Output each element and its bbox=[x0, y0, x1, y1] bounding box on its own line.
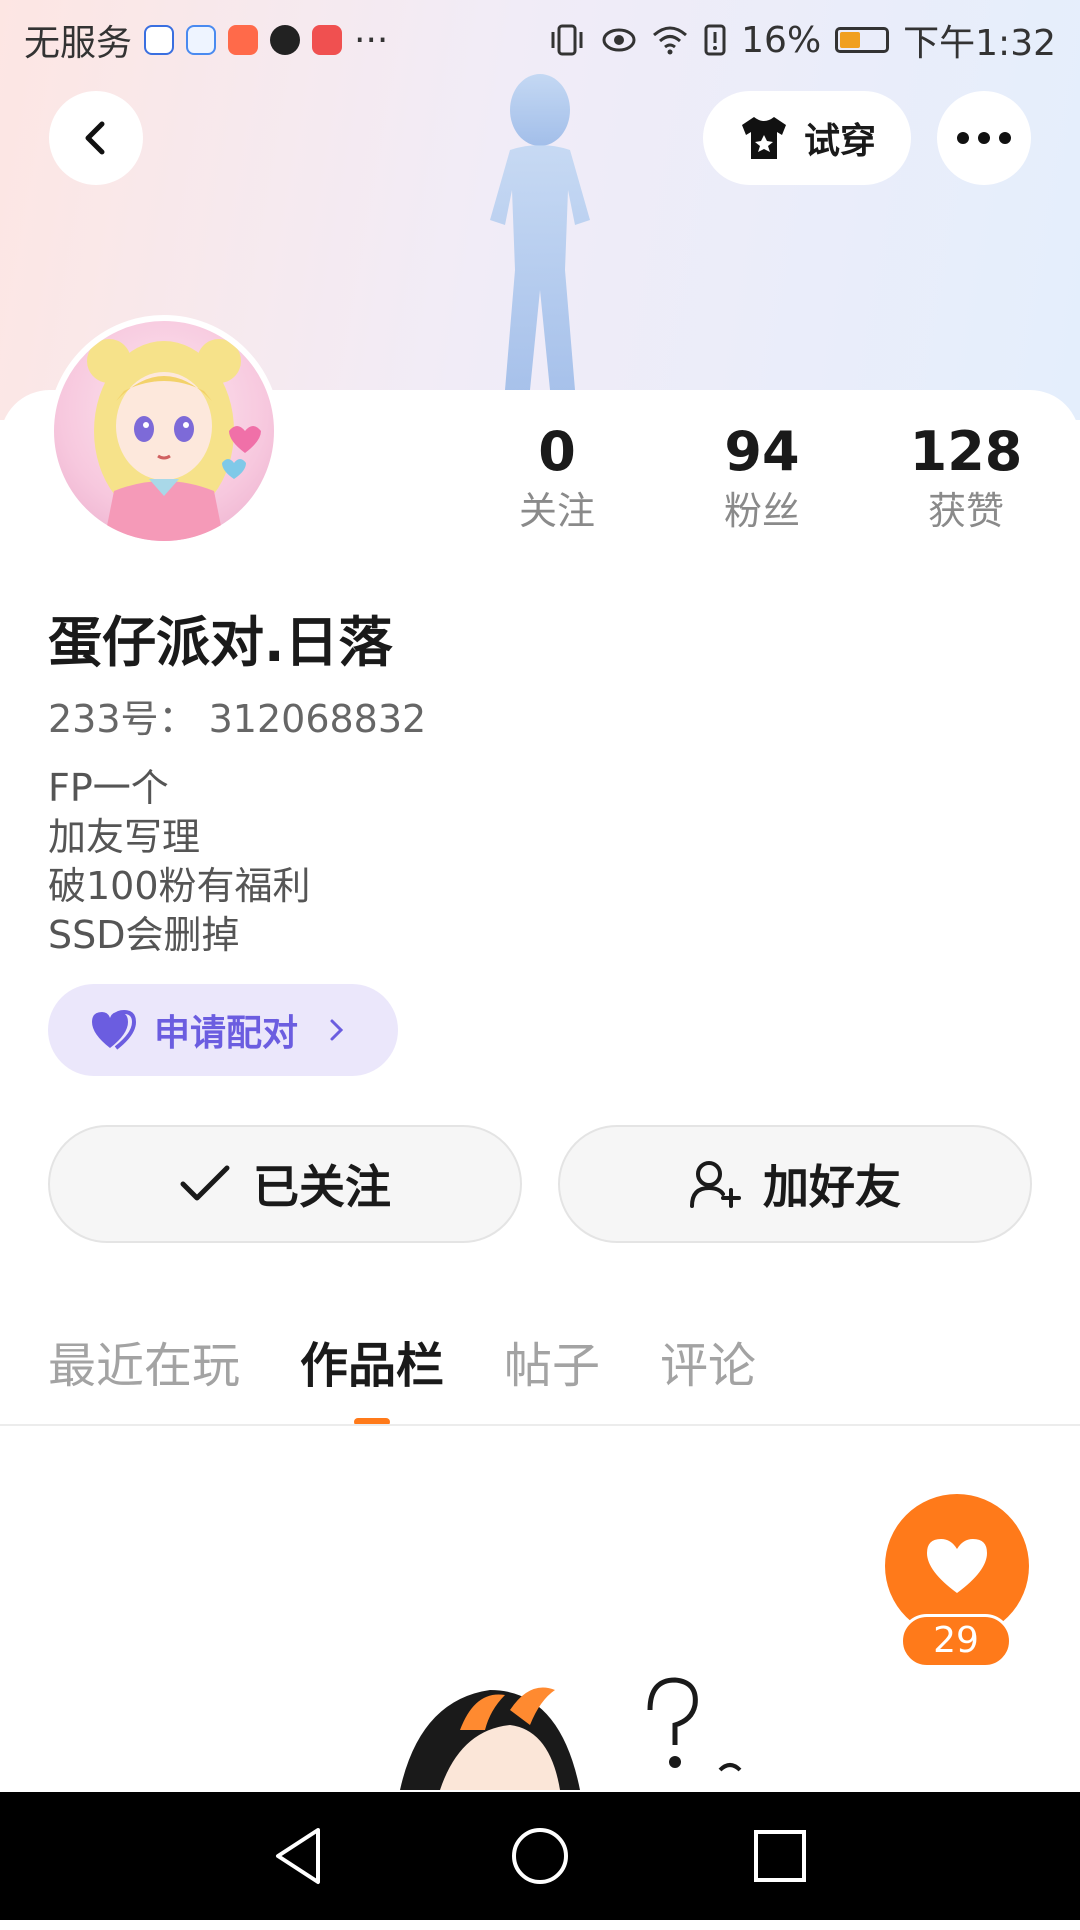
avatar[interactable] bbox=[48, 315, 280, 547]
apply-pair-label: 申请配对 bbox=[154, 1013, 299, 1054]
browser-app-icon bbox=[186, 25, 217, 55]
more-notifications-icon: ··· bbox=[354, 19, 389, 61]
likes-stat[interactable]: 128 获赞 bbox=[886, 420, 1046, 538]
nav-recents-icon[interactable] bbox=[748, 1824, 812, 1888]
tab-recently-played[interactable]: 最近在玩 bbox=[48, 1326, 240, 1396]
heart-icon bbox=[927, 1539, 987, 1593]
try-on-label: 试穿 bbox=[803, 121, 876, 162]
following-label: 关注 bbox=[518, 489, 595, 533]
likes-received-count: 128 bbox=[909, 420, 1023, 483]
system-nav-bar bbox=[0, 1792, 1080, 1920]
user-id: 233号： 312068832 bbox=[48, 697, 427, 741]
nav-home-icon[interactable] bbox=[508, 1824, 572, 1888]
battery-percent: 16% bbox=[741, 19, 822, 61]
add-friend-button[interactable]: 加好友 bbox=[558, 1125, 1032, 1243]
video-app-icon bbox=[228, 25, 259, 55]
qq-app-icon bbox=[270, 25, 301, 55]
battery-alert-icon bbox=[704, 24, 726, 56]
nav-back-icon[interactable] bbox=[268, 1824, 332, 1888]
more-options-button[interactable] bbox=[937, 91, 1031, 185]
tab-comments[interactable]: 评论 bbox=[660, 1326, 756, 1396]
vibrate-icon bbox=[551, 24, 583, 56]
followed-button[interactable]: 已关注 bbox=[48, 1125, 522, 1243]
status-bar: 无服务 ··· 16% 下午1:32 bbox=[0, 0, 1080, 76]
chevron-right-icon bbox=[330, 1019, 344, 1041]
tab-works[interactable]: 作品栏 bbox=[300, 1326, 444, 1426]
likes-received-label: 获赞 bbox=[927, 489, 1004, 533]
followers-stat[interactable]: 94 粉丝 bbox=[682, 420, 842, 538]
tabs-divider bbox=[0, 1424, 1080, 1426]
username: 蛋仔派对.日落 bbox=[48, 611, 393, 674]
add-friend-label: 加好友 bbox=[763, 1160, 901, 1214]
back-button[interactable] bbox=[49, 91, 143, 185]
bio: FP一个 加友写理 破100粉有福利 SSD会删掉 bbox=[48, 764, 311, 960]
add-user-icon bbox=[690, 1161, 741, 1208]
like-count-badge: 29 bbox=[900, 1614, 1012, 1668]
tshirt-icon bbox=[741, 117, 786, 159]
avatar-model-figure bbox=[490, 74, 590, 390]
bio-line: FP一个 bbox=[48, 766, 169, 810]
avatar-illustration bbox=[87, 339, 261, 541]
bio-line: 加友写理 bbox=[48, 815, 201, 859]
checkmark-icon bbox=[180, 1165, 230, 1201]
following-count: 0 bbox=[538, 420, 576, 483]
tab-posts[interactable]: 帖子 bbox=[504, 1326, 600, 1396]
eye-comfort-icon bbox=[602, 28, 636, 52]
following-stat[interactable]: 0 关注 bbox=[477, 420, 637, 538]
carrier-text: 无服务 bbox=[24, 23, 133, 64]
clock-time: 下午1:32 bbox=[903, 23, 1056, 64]
bio-line: SSD会删掉 bbox=[48, 913, 240, 957]
artwork-preview[interactable] bbox=[380, 1670, 780, 1790]
baidu-app-icon bbox=[144, 25, 175, 55]
chevron-left-icon bbox=[85, 121, 105, 155]
profile-tabs: 最近在玩 作品栏 帖子 评论 bbox=[48, 1326, 756, 1426]
double-heart-icon bbox=[92, 1010, 137, 1050]
more-dots-icon bbox=[957, 132, 1011, 144]
apply-pair-button[interactable]: 申请配对 bbox=[48, 984, 398, 1076]
battery-icon bbox=[835, 27, 890, 53]
followers-label: 粉丝 bbox=[723, 489, 800, 533]
try-on-button[interactable]: 试穿 bbox=[703, 91, 911, 185]
wifi-icon bbox=[653, 26, 688, 55]
bio-line: 破100粉有福利 bbox=[48, 864, 311, 908]
huawei-appgallery-icon bbox=[312, 25, 343, 55]
followed-label: 已关注 bbox=[253, 1160, 391, 1214]
followers-count: 94 bbox=[724, 420, 800, 483]
